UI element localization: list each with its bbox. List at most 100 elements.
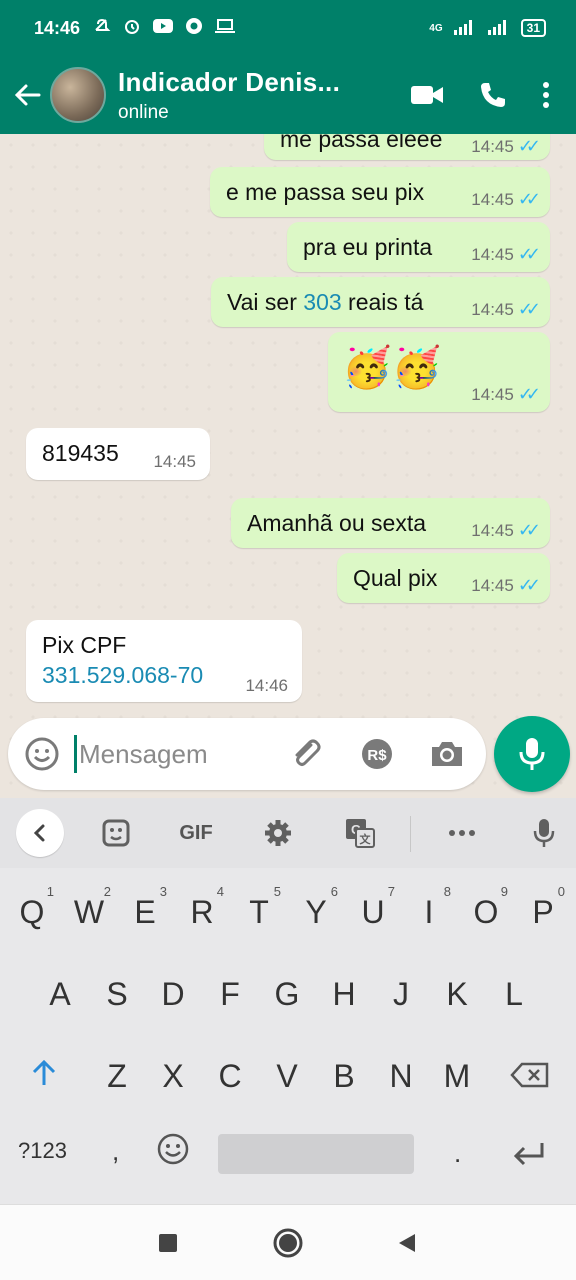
key-z[interactable]: Z: [93, 1058, 141, 1095]
key-n[interactable]: N: [377, 1058, 425, 1095]
message-meta: 14:45 ✓✓: [471, 244, 541, 265]
key-b[interactable]: B: [320, 1058, 368, 1095]
back-nav-button[interactable]: [390, 1227, 422, 1259]
key-label: D: [161, 976, 185, 1012]
more-vertical-icon: [543, 82, 549, 108]
payment-button[interactable]: R$: [357, 734, 397, 774]
cpf-number-link[interactable]: 331.529.068-70: [42, 662, 203, 689]
key-x[interactable]: X: [149, 1058, 197, 1095]
message-time: 14:45: [471, 384, 514, 404]
message-bubble-outgoing[interactable]: pra eu printa 14:45 ✓✓: [287, 222, 550, 272]
key-a[interactable]: A: [36, 976, 84, 1013]
key-r[interactable]: R4: [178, 884, 226, 931]
voice-message-button[interactable]: [494, 716, 570, 792]
message-bubble-incoming[interactable]: 819435 14:45: [26, 428, 210, 480]
chevron-left-icon: [33, 824, 45, 842]
shift-key[interactable]: [20, 1058, 68, 1096]
read-receipt-icon: ✓✓: [517, 136, 541, 156]
key-u[interactable]: U7: [349, 884, 397, 931]
read-receipt-icon: ✓✓: [517, 299, 541, 319]
keyboard-collapse-button[interactable]: [16, 809, 64, 857]
key-s[interactable]: S: [93, 976, 141, 1013]
message-bubble-outgoing[interactable]: me passa eleee 14:45 ✓✓: [264, 134, 550, 160]
emoji-button[interactable]: [22, 734, 62, 774]
message-text: Amanhã ou sexta: [247, 510, 427, 536]
read-receipt-icon: ✓✓: [517, 189, 541, 209]
key-t[interactable]: T5: [235, 884, 283, 931]
comma-key[interactable]: ,: [112, 1136, 119, 1167]
key-hint: 3: [159, 884, 167, 899]
video-call-button[interactable]: [410, 83, 444, 107]
key-g[interactable]: G: [263, 976, 311, 1013]
key-j[interactable]: J: [377, 976, 425, 1013]
key-label: B: [333, 1058, 355, 1094]
key-d[interactable]: D: [149, 976, 197, 1013]
chat-messages[interactable]: me passa eleee 14:45 ✓✓ e me passa seu p…: [0, 134, 576, 798]
message-text: pra eu printa: [303, 234, 433, 260]
settings-button[interactable]: [258, 813, 298, 853]
key-label: G: [274, 976, 300, 1012]
message-bubble-outgoing[interactable]: Qual pix 14:45 ✓✓: [337, 553, 550, 603]
contact-avatar[interactable]: [50, 67, 106, 123]
period-key[interactable]: .: [454, 1138, 461, 1169]
key-c[interactable]: C: [206, 1058, 254, 1095]
key-f[interactable]: F: [206, 976, 254, 1013]
message-bubble-outgoing[interactable]: Amanhã ou sexta 14:45 ✓✓: [231, 498, 550, 548]
key-k[interactable]: K: [433, 976, 481, 1013]
message-meta: 14:46: [245, 676, 288, 696]
key-label: S: [106, 976, 128, 1012]
enter-key[interactable]: [512, 1140, 546, 1172]
more-tools-button[interactable]: [442, 813, 482, 853]
voice-call-button[interactable]: [478, 80, 508, 110]
network-type: 4G: [429, 22, 443, 34]
home-button[interactable]: [272, 1227, 304, 1259]
key-label: X: [162, 1058, 184, 1094]
key-e[interactable]: E3: [121, 884, 169, 931]
system-navigation-bar: [0, 1204, 576, 1280]
enter-arrow-icon: [513, 1143, 544, 1166]
key-v[interactable]: V: [263, 1058, 311, 1095]
chat-header: Indicador Denis... online: [0, 56, 576, 134]
symbols-key[interactable]: ?123: [18, 1138, 67, 1164]
attach-button[interactable]: [286, 734, 326, 774]
recents-button[interactable]: [152, 1227, 184, 1259]
key-w[interactable]: W2: [65, 884, 113, 931]
key-q[interactable]: Q1: [8, 884, 56, 931]
key-y[interactable]: Y6: [292, 884, 340, 931]
key-i[interactable]: I8: [405, 884, 453, 931]
message-input[interactable]: [79, 738, 269, 770]
space-key[interactable]: [218, 1134, 414, 1174]
key-hint: 0: [557, 884, 565, 899]
message-bubble-outgoing[interactable]: Vai ser 303 reais tá 14:45 ✓✓: [211, 277, 550, 327]
sticker-button[interactable]: [96, 813, 136, 853]
message-number-link[interactable]: 303: [303, 289, 341, 315]
message-text: 819435: [42, 440, 119, 466]
gif-button[interactable]: GIF: [170, 813, 222, 853]
key-o[interactable]: O9: [462, 884, 510, 931]
key-label: N: [389, 1058, 413, 1094]
translate-button[interactable]: G文: [340, 813, 380, 853]
back-button[interactable]: [6, 73, 50, 117]
chrome-icon: [184, 16, 204, 40]
message-bubble-outgoing-emoji[interactable]: 🥳🥳 14:45 ✓✓: [328, 332, 550, 412]
more-options-button[interactable]: [542, 81, 550, 109]
contact-info[interactable]: Indicador Denis... online: [118, 67, 340, 124]
key-h[interactable]: H: [320, 976, 368, 1013]
message-bubble-outgoing[interactable]: e me passa seu pix 14:45 ✓✓: [210, 167, 550, 217]
key-label: Z: [107, 1058, 127, 1094]
key-l[interactable]: L: [490, 976, 538, 1013]
key-p[interactable]: P0: [519, 884, 567, 931]
message-meta: 14:45 ✓✓: [471, 189, 541, 210]
emoji-key[interactable]: [156, 1132, 190, 1172]
message-bubble-incoming[interactable]: Pix CPF 331.529.068-70 14:46: [26, 620, 302, 702]
key-hint: 7: [387, 884, 395, 899]
svg-text:文: 文: [360, 832, 372, 846]
message-time: 14:45: [153, 452, 196, 471]
key-label: O: [473, 894, 499, 930]
key-label: L: [505, 976, 523, 1012]
key-m[interactable]: M: [433, 1058, 481, 1095]
camera-button[interactable]: [427, 734, 467, 774]
backspace-key[interactable]: [506, 1060, 554, 1097]
message-meta: 14:45 ✓✓: [471, 136, 541, 157]
keyboard-voice-button[interactable]: [526, 813, 562, 853]
